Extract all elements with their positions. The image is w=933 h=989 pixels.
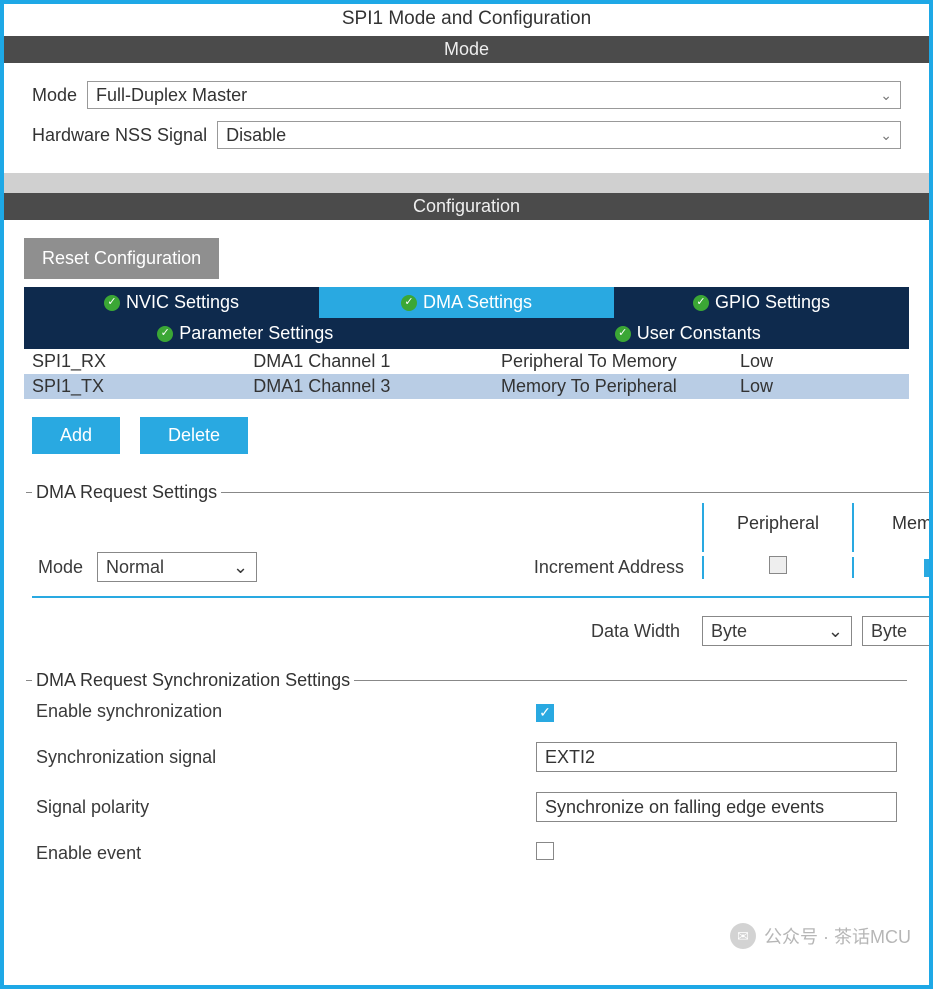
- chevron-down-icon: ⌄: [828, 621, 843, 642]
- signal-polarity-field[interactable]: Synchronize on falling edge events: [536, 792, 897, 822]
- watermark-text: 公众号 · 茶话MCU: [764, 923, 911, 949]
- nss-label: Hardware NSS Signal: [32, 125, 207, 146]
- cell-direction: Peripheral To Memory: [493, 349, 732, 374]
- cell-request: SPI1_TX: [24, 374, 245, 399]
- dma-request-table: SPI1_RX DMA1 Channel 1 Peripheral To Mem…: [24, 349, 909, 399]
- nss-select-value: Disable: [226, 125, 286, 146]
- tab-label: NVIC Settings: [126, 292, 239, 313]
- dma-mode-value: Normal: [106, 557, 164, 578]
- chevron-down-icon: ⌄: [880, 127, 892, 144]
- chevron-down-icon: ⌄: [880, 87, 892, 104]
- table-row[interactable]: SPI1_RX DMA1 Channel 1 Peripheral To Mem…: [24, 349, 909, 374]
- dma-mode-select[interactable]: Normal ⌄: [97, 552, 257, 582]
- add-button[interactable]: Add: [32, 417, 120, 454]
- check-icon: ✓: [693, 295, 709, 311]
- table-row[interactable]: SPI1_TX DMA1 Channel 3 Memory To Periphe…: [24, 374, 909, 399]
- page-title: SPI1 Mode and Configuration: [4, 4, 929, 36]
- tab-parameter-settings[interactable]: ✓ Parameter Settings: [24, 318, 467, 349]
- cell-direction: Memory To Peripheral: [493, 374, 732, 399]
- nss-select[interactable]: Disable ⌄: [217, 121, 901, 149]
- field-value: EXTI2: [545, 747, 595, 768]
- memory-data-width-select[interactable]: Byte: [862, 616, 933, 646]
- field-value: Synchronize on falling edge events: [545, 797, 824, 818]
- tab-gpio-settings[interactable]: ✓ GPIO Settings: [614, 287, 909, 318]
- divider: [32, 596, 933, 598]
- mode-select[interactable]: Full-Duplex Master ⌄: [87, 81, 901, 109]
- group-legend: DMA Request Synchronization Settings: [32, 670, 354, 691]
- col-peripheral: Peripheral: [702, 503, 852, 552]
- tab-nvic-settings[interactable]: ✓ NVIC Settings: [24, 287, 319, 318]
- cell-channel: DMA1 Channel 1: [245, 349, 493, 374]
- mode-select-value: Full-Duplex Master: [96, 85, 247, 106]
- enable-event-label: Enable event: [36, 843, 536, 864]
- watermark: ✉ 公众号 · 茶话MCU: [730, 923, 911, 949]
- data-width-label: Data Width: [532, 621, 702, 642]
- tab-label: GPIO Settings: [715, 292, 830, 313]
- peripheral-increment-checkbox[interactable]: [769, 556, 787, 574]
- check-icon: ✓: [104, 295, 120, 311]
- enable-sync-checkbox[interactable]: ✓: [536, 704, 554, 722]
- signal-polarity-label: Signal polarity: [36, 797, 536, 818]
- enable-event-checkbox[interactable]: [536, 842, 554, 860]
- wechat-icon: ✉: [730, 923, 756, 949]
- section-divider: [4, 173, 929, 193]
- tab-dma-settings[interactable]: ✓ DMA Settings: [319, 287, 614, 318]
- sync-signal-label: Synchronization signal: [36, 747, 536, 768]
- enable-sync-label: Enable synchronization: [36, 701, 536, 722]
- dma-sync-settings-group: DMA Request Synchronization Settings Ena…: [26, 670, 907, 885]
- dma-request-settings-group: DMA Request Settings Peripheral Memo Mod…: [26, 482, 933, 656]
- select-value: Byte: [711, 621, 747, 642]
- cell-priority: Low: [732, 374, 909, 399]
- group-legend: DMA Request Settings: [32, 482, 221, 503]
- tab-label: Parameter Settings: [179, 323, 333, 344]
- mode-label: Mode: [32, 85, 77, 106]
- peripheral-data-width-select[interactable]: Byte ⌄: [702, 616, 852, 646]
- cell-priority: Low: [732, 349, 909, 374]
- tab-user-constants[interactable]: ✓ User Constants: [467, 318, 910, 349]
- increment-address-label: Increment Address: [532, 557, 702, 578]
- check-icon: ✓: [401, 295, 417, 311]
- check-icon: ✓: [615, 326, 631, 342]
- tab-label: DMA Settings: [423, 292, 532, 313]
- col-memory: Memo: [852, 503, 933, 552]
- tab-label: User Constants: [637, 323, 761, 344]
- chevron-down-icon: ⌄: [233, 557, 248, 578]
- mode-section-header: Mode: [4, 36, 929, 63]
- delete-button[interactable]: Delete: [140, 417, 248, 454]
- cell-channel: DMA1 Channel 3: [245, 374, 493, 399]
- config-section-header: Configuration: [4, 193, 929, 220]
- dma-mode-label: Mode: [38, 557, 83, 578]
- sync-signal-field[interactable]: EXTI2: [536, 742, 897, 772]
- cell-request: SPI1_RX: [24, 349, 245, 374]
- select-value: Byte: [871, 621, 907, 642]
- memory-increment-checkbox[interactable]: ✓: [924, 559, 933, 577]
- reset-config-button[interactable]: Reset Configuration: [24, 238, 219, 279]
- check-icon: ✓: [157, 326, 173, 342]
